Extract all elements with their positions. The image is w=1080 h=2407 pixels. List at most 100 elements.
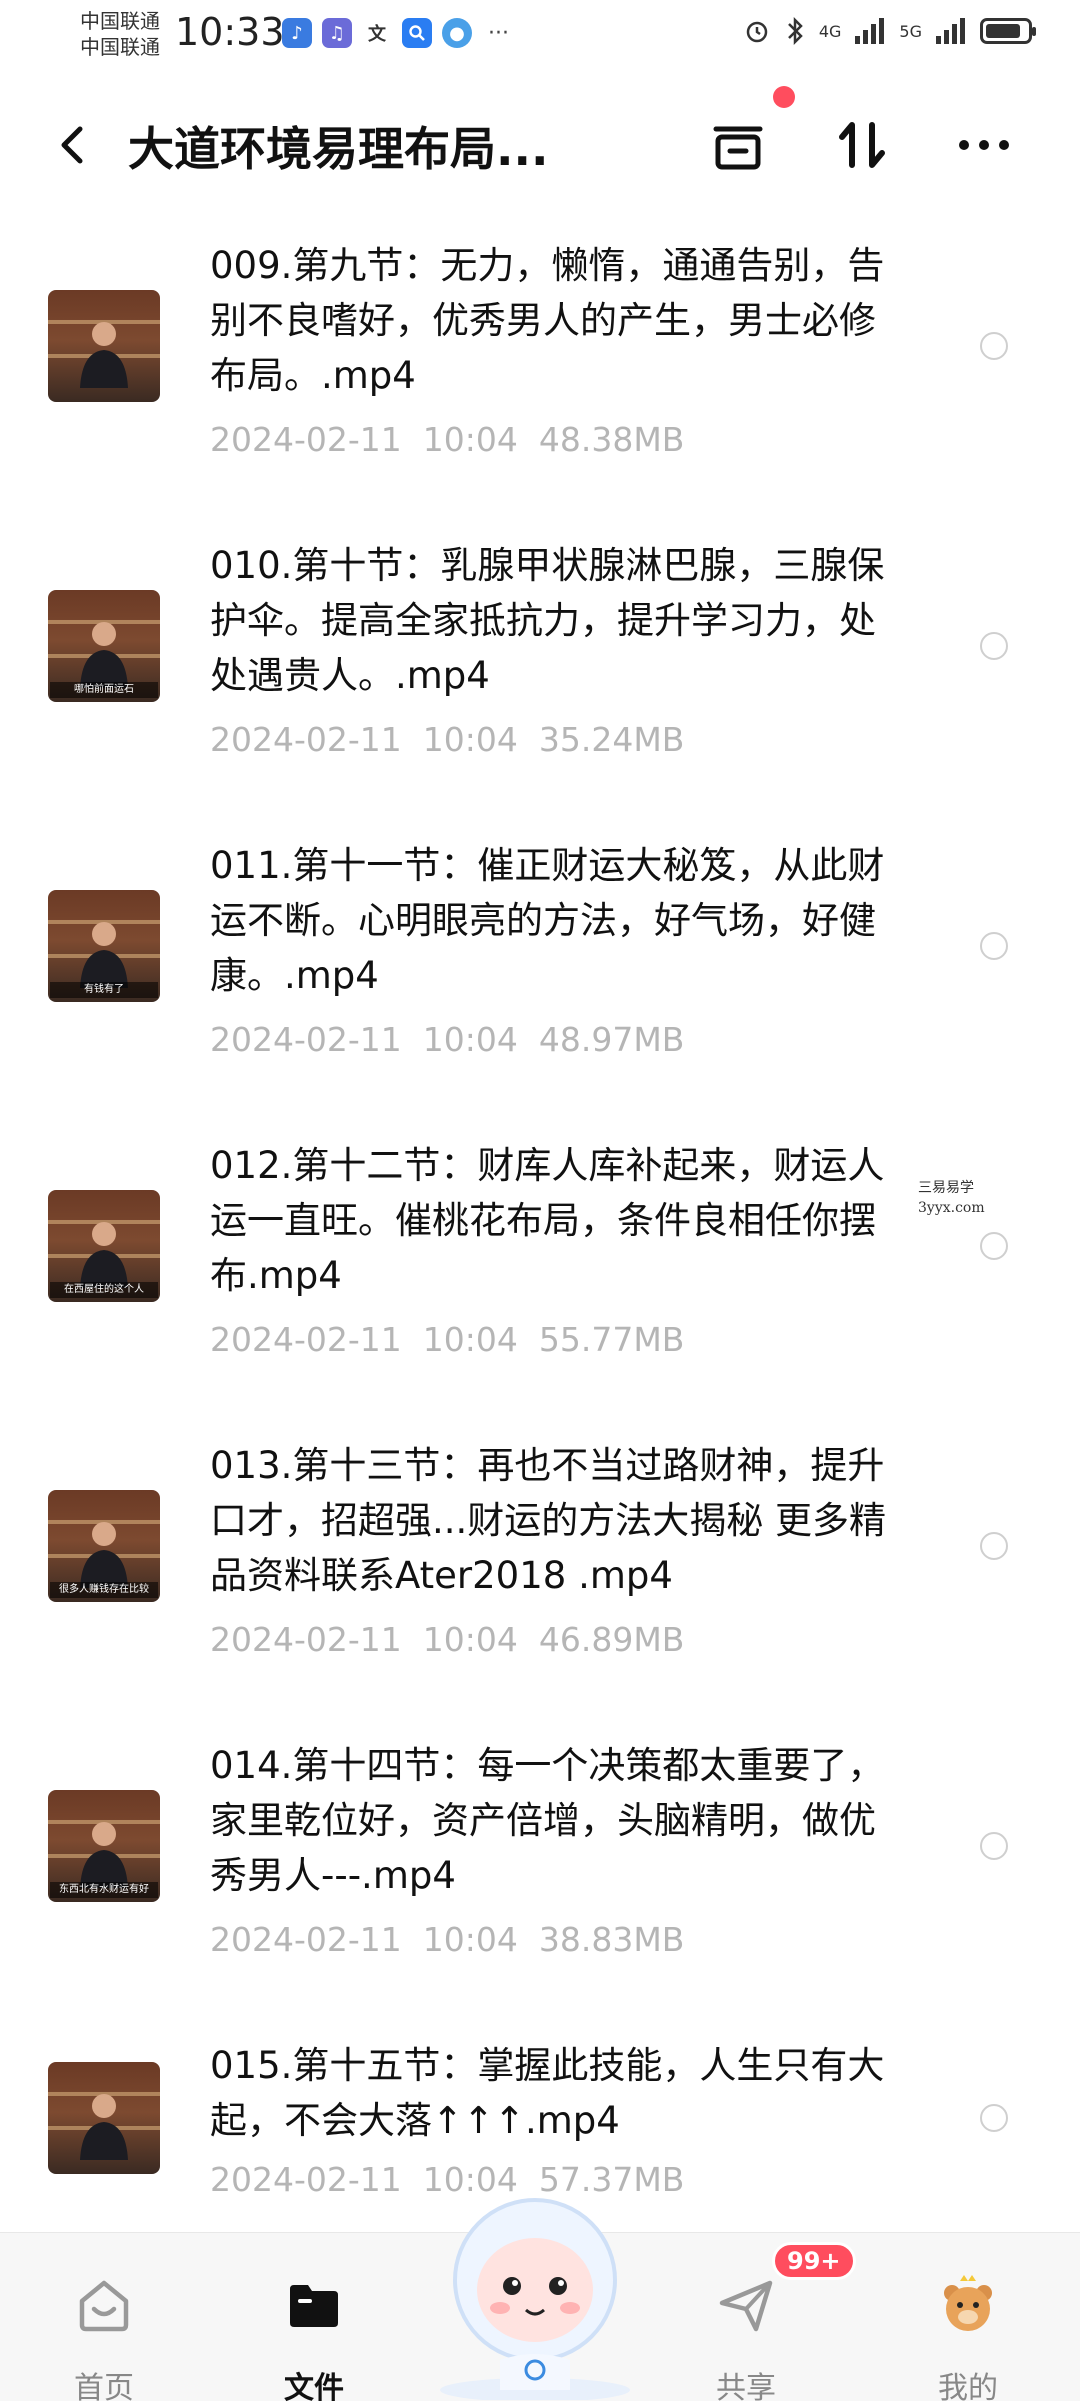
network-type-2: 5G — [899, 21, 922, 41]
select-radio[interactable] — [980, 332, 1008, 360]
file-meta: 2024-02-11 10:04 48.38MB — [210, 420, 684, 459]
list-item[interactable]: 哪怕前面运石 010.第十节：乳腺甲状腺淋巴腺，三腺保护伞。提高全家抵抗力，提升… — [0, 530, 1080, 830]
watermark-line-1: 三易易学 — [918, 1180, 974, 1196]
file-name: 014.第十四节：每一个决策都太重要了，家里乾位好，资产倍增，头脑精明，做优秀男… — [210, 1744, 885, 1897]
file-time: 10:04 — [422, 1920, 518, 1959]
thumbnail-caption: 有钱有了 — [50, 982, 158, 998]
bear-avatar-icon — [944, 2275, 992, 2331]
list-item[interactable]: 东西北有水财运有好 014.第十四节：每一个决策都太重要了，家里乾位好，资产倍增… — [0, 1730, 1080, 2030]
home-icon — [79, 2280, 129, 2332]
alarm-icon — [746, 21, 768, 43]
video-thumbnail — [48, 2062, 160, 2174]
file-meta: 2024-02-11 10:04 38.83MB — [210, 1920, 684, 1959]
list-item[interactable]: 很多人赚钱存在比较 013.第十三节：再也不当过路财神，提升口才，招超强...财… — [0, 1430, 1080, 1730]
more-options-icon[interactable] — [952, 113, 1016, 177]
file-date: 2024-02-11 — [210, 1320, 402, 1359]
nav-files[interactable]: 文件 — [244, 2273, 384, 2407]
nav-mine[interactable]: 我的 — [898, 2273, 1038, 2407]
file-name: 010.第十节：乳腺甲状腺淋巴腺，三腺保护伞。提高全家抵抗力，提升学习力，处处遇… — [210, 544, 885, 697]
select-radio[interactable] — [980, 1532, 1008, 1560]
battery-level — [986, 24, 1020, 38]
thumbnail-caption: 在西屋住的这个人 — [50, 1282, 158, 1298]
video-thumbnail: 东西北有水财运有好 — [48, 1790, 160, 1902]
watermark-line-2: 3yyx.com — [918, 1200, 985, 1216]
signal-icon-2 — [936, 18, 965, 44]
select-radio[interactable] — [980, 2104, 1008, 2132]
select-radio[interactable] — [980, 1232, 1008, 1260]
file-name: 009.第九节：无力，懒惰，通通告别，告别不良嗜好，优秀男人的产生，男士必修布局… — [210, 244, 885, 397]
presenter-image — [80, 1222, 128, 1288]
file-time: 10:04 — [422, 1320, 518, 1359]
file-date: 2024-02-11 — [210, 1920, 402, 1959]
video-thumbnail: 很多人赚钱存在比较 — [48, 1490, 160, 1602]
list-item[interactable]: 在西屋住的这个人 012.第十二节：财库人库补起来，财运人运一直旺。催桃花布局，… — [0, 1130, 1080, 1430]
folder-icon — [290, 2285, 338, 2327]
video-thumbnail: 有钱有了 — [48, 890, 160, 1002]
file-meta: 2024-02-11 10:04 48.97MB — [210, 1020, 684, 1059]
back-icon[interactable] — [52, 115, 92, 175]
clock: 10:33 — [175, 10, 285, 54]
file-date: 2024-02-11 — [210, 1620, 402, 1659]
presenter-image — [80, 922, 128, 988]
file-date: 2024-02-11 — [210, 1020, 402, 1059]
file-time: 10:04 — [422, 720, 518, 759]
video-thumbnail: 哪怕前面运石 — [48, 590, 160, 702]
file-name: 013.第十三节：再也不当过路财神，提升口才，招超强...财运的方法大揭秘 更多… — [210, 1444, 887, 1597]
mascot-assistant-icon[interactable] — [430, 2180, 640, 2400]
bluetooth-icon — [787, 16, 803, 46]
select-radio[interactable] — [980, 1832, 1008, 1860]
header: 大道环境易理布局... — [0, 95, 1080, 195]
nav-share-label: 共享 — [716, 2371, 776, 2406]
list-item[interactable]: 有钱有了 011.第十一节：催正财运大秘笈，从此财运不断。心明眼亮的方法，好气场… — [0, 830, 1080, 1130]
file-size: 55.77MB — [538, 1320, 685, 1359]
carrier-2: 中国联通 — [80, 35, 160, 59]
list-item[interactable]: 009.第九节：无力，懒惰，通通告别，告别不良嗜好，优秀男人的产生，男士必修布局… — [0, 230, 1080, 530]
nav-home[interactable]: 首页 — [34, 2273, 174, 2407]
thumbnail-caption: 哪怕前面运石 — [50, 682, 158, 698]
file-name: 012.第十二节：财库人库补起来，财运人运一直旺。催桃花布局，条件良相任你摆布.… — [210, 1144, 885, 1297]
file-size: 35.24MB — [538, 720, 685, 759]
presenter-image — [80, 1522, 128, 1588]
file-name: 015.第十五节：掌握此技能，人生只有大起，不会大落↑↑↑.mp4 — [210, 2044, 885, 2142]
file-size: 48.38MB — [538, 420, 685, 459]
nav-mine-label: 我的 — [938, 2371, 998, 2406]
status-bar: 中国联通 中国联通 10:33 ♪ ♫ 文 ● ··· 4G 5G — [0, 0, 1080, 70]
video-thumbnail: 在西屋住的这个人 — [48, 1190, 160, 1302]
page-title: 大道环境易理布局... — [128, 122, 549, 176]
share-badge: 99+ — [772, 2242, 856, 2280]
carrier-info: 中国联通 中国联通 — [80, 8, 160, 60]
browser-notification-icon: ● — [442, 18, 472, 48]
transfer-list-icon[interactable] — [706, 113, 770, 177]
presenter-image — [80, 622, 128, 688]
presenter-image — [80, 322, 128, 388]
nav-home-label: 首页 — [74, 2371, 134, 2406]
app-notification-icon: ♪ — [282, 18, 312, 48]
nav-files-label: 文件 — [284, 2371, 344, 2406]
system-status: 4G 5G — [743, 16, 1036, 46]
file-size: 46.89MB — [538, 1620, 685, 1659]
nav-share[interactable]: 共享 — [676, 2273, 816, 2407]
file-size: 38.83MB — [538, 1920, 685, 1959]
sort-icon[interactable] — [830, 113, 894, 177]
file-name: 011.第十一节：催正财运大秘笈，从此财运不断。心明眼亮的方法，好气场，好健康。… — [210, 844, 885, 997]
file-date: 2024-02-11 — [210, 420, 402, 459]
watermark: 三易易学 3yyx.com — [918, 1178, 985, 1218]
network-type-1: 4G — [818, 21, 842, 41]
file-date: 2024-02-11 — [210, 720, 402, 759]
select-radio[interactable] — [980, 632, 1008, 660]
send-icon — [719, 2280, 773, 2332]
file-date: 2024-02-11 — [210, 2160, 402, 2199]
file-size: 48.97MB — [538, 1020, 685, 1059]
presenter-image — [80, 1822, 128, 1888]
video-thumbnail — [48, 290, 160, 402]
file-meta: 2024-02-11 10:04 55.77MB — [210, 1320, 684, 1359]
signal-icon — [855, 18, 885, 44]
thumbnail-caption: 东西北有水财运有好 — [50, 1882, 158, 1898]
file-meta: 2024-02-11 10:04 46.89MB — [210, 1620, 684, 1659]
thumbnail-caption: 很多人赚钱存在比较 — [50, 1582, 158, 1598]
music-notification-icon: ♫ — [322, 18, 352, 48]
translate-notification-icon: 文 — [362, 18, 392, 48]
carrier-1: 中国联通 — [80, 9, 160, 33]
select-radio[interactable] — [980, 932, 1008, 960]
more-notifications-icon: ··· — [488, 20, 509, 46]
